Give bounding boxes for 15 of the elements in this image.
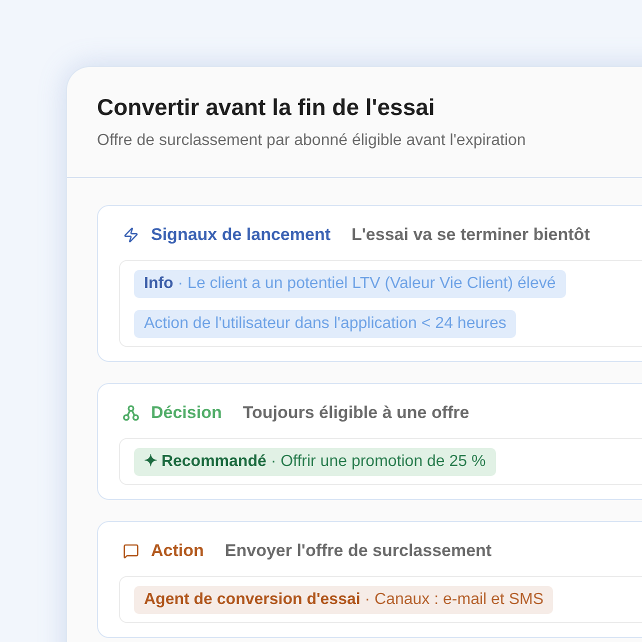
signal-tag: Info · Le client a un potentiel LTV (Valeur Vie Client) élevé: [134, 270, 566, 298]
signal-tag: Action de l'utilisateur dans l'application < 24 heures: [134, 310, 516, 338]
nodes-icon: [123, 405, 139, 421]
recommendation-tag: ✦ Recommandé · Offrir une promotion de 25 %: [134, 448, 496, 476]
section-description: Toujours éligible à une offre: [242, 403, 470, 423]
chat-bubble-icon: [123, 543, 139, 559]
section-label: Action: [151, 541, 204, 561]
section-label: Signaux de lancement: [151, 225, 330, 245]
panel-subtitle: Offre de surclassement par abonné éligible avant l'expiration: [97, 131, 527, 151]
section-description: L'essai va se terminer bientôt: [352, 225, 590, 245]
agent-tag: Agent de conversion d'essai · Canaux : e-mail et SMS: [134, 586, 554, 614]
section-label: Décision: [151, 403, 222, 423]
panel-title: Convertir avant la fin de l'essai: [97, 93, 436, 121]
section-description: Envoyer l'offre de surclassement: [224, 541, 492, 561]
lightning-icon: [123, 227, 139, 243]
